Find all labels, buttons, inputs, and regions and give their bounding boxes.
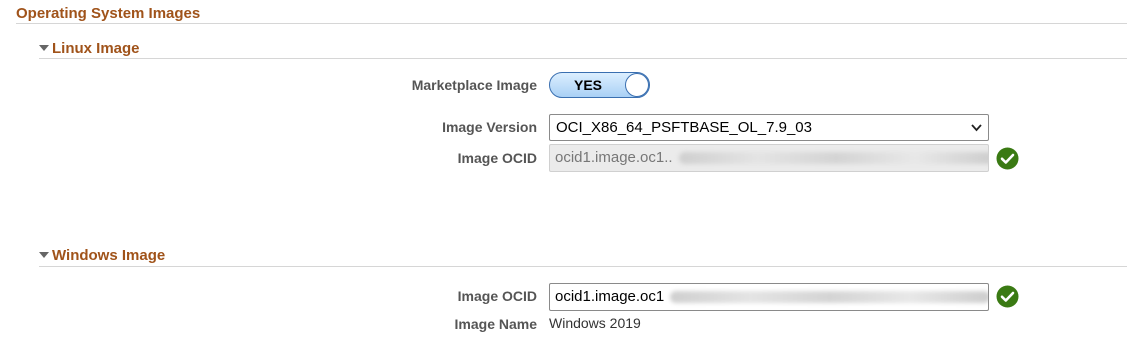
- collapse-triangle-icon: [39, 252, 49, 259]
- redacted-text: [678, 152, 988, 165]
- linux-image-ocid-label: Image OCID: [457, 150, 537, 166]
- section-divider: [16, 23, 1127, 24]
- image-version-label: Image Version: [442, 119, 537, 135]
- windows-image-divider: [39, 266, 1127, 267]
- marketplace-image-label: Marketplace Image: [411, 77, 537, 93]
- windows-image-group-toggle[interactable]: Windows Image: [39, 247, 165, 264]
- linux-image-divider: [39, 58, 1127, 59]
- windows-image-heading: Windows Image: [52, 247, 166, 264]
- linux-image-heading: Linux Image: [52, 40, 140, 57]
- check-circle-icon: [996, 147, 1019, 170]
- chevron-down-icon: [971, 124, 982, 132]
- image-name-label: Image Name: [454, 316, 537, 332]
- image-name-value: Windows 2019: [549, 315, 641, 331]
- windows-image-ocid-value: ocid1.image.oc1: [555, 288, 665, 305]
- linux-image-ocid-field: ocid1.image.oc1..: [549, 144, 989, 172]
- windows-image-ocid-input[interactable]: ocid1.image.oc1: [549, 283, 989, 311]
- toggle-knob: [625, 73, 649, 97]
- section-title: Operating System Images: [16, 5, 201, 22]
- image-version-value: OCI_X86_64_PSFTBASE_OL_7.9_03: [556, 119, 812, 136]
- image-version-select[interactable]: OCI_X86_64_PSFTBASE_OL_7.9_03: [549, 114, 989, 141]
- toggle-state-text: YES: [573, 77, 602, 93]
- marketplace-image-toggle[interactable]: YES: [549, 72, 650, 98]
- check-circle-icon: [996, 285, 1019, 308]
- collapse-triangle-icon: [39, 45, 49, 52]
- linux-image-group-toggle[interactable]: Linux Image: [39, 40, 140, 57]
- linux-image-ocid-value: ocid1.image.oc1..: [555, 149, 673, 166]
- windows-image-ocid-label: Image OCID: [457, 288, 537, 304]
- redacted-text: [670, 291, 988, 304]
